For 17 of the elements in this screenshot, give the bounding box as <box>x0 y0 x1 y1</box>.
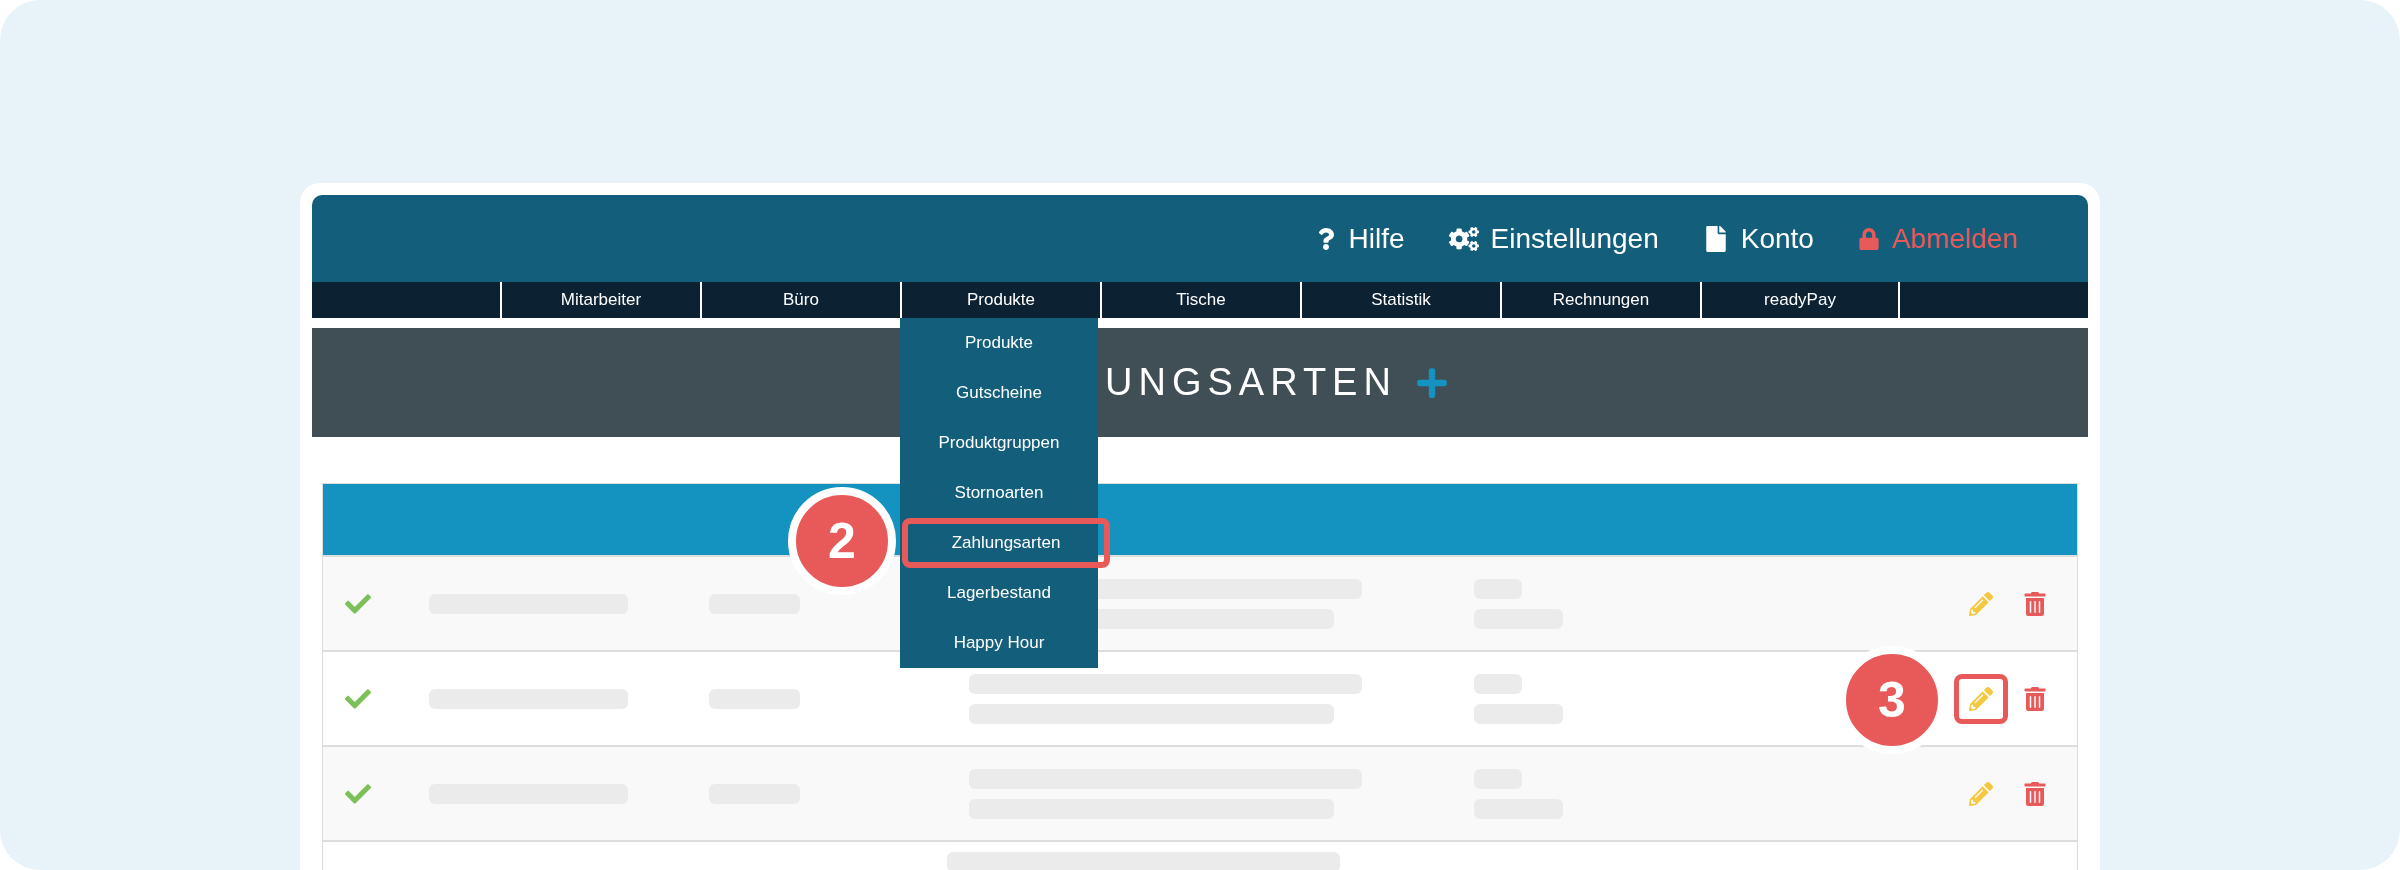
header-link[interactable]: Konto <box>1702 222 1814 255</box>
menu-tab[interactable]: Mitarbeiter <box>500 282 700 318</box>
dropdown-item[interactable]: Zahlungsarten <box>902 518 1110 568</box>
menu-tab[interactable]: Statistik <box>1300 282 1500 318</box>
dropdown-item[interactable]: Lagerbestand <box>900 568 1098 618</box>
menu-tab[interactable]: readyPay <box>1700 282 1900 318</box>
dropdown-item[interactable]: Stornoarten <box>900 468 1098 518</box>
page-title: UNGSARTEN <box>1105 361 1397 404</box>
header-link[interactable]: Einstellungen <box>1448 222 1659 255</box>
menu-tab[interactable]: Büro <box>700 282 900 318</box>
menu-tab[interactable]: Tische <box>1100 282 1300 318</box>
dropdown-item[interactable]: Gutscheine <box>900 368 1098 418</box>
header-link[interactable]: Hilfe <box>1314 222 1405 255</box>
dropdown-item[interactable]: Happy Hour <box>900 618 1098 668</box>
dropdown-item[interactable]: Produktgruppen <box>900 418 1098 468</box>
menu-tab[interactable]: Rechnungen <box>1500 282 1700 318</box>
dropdown-item[interactable]: Produkte <box>900 318 1098 368</box>
